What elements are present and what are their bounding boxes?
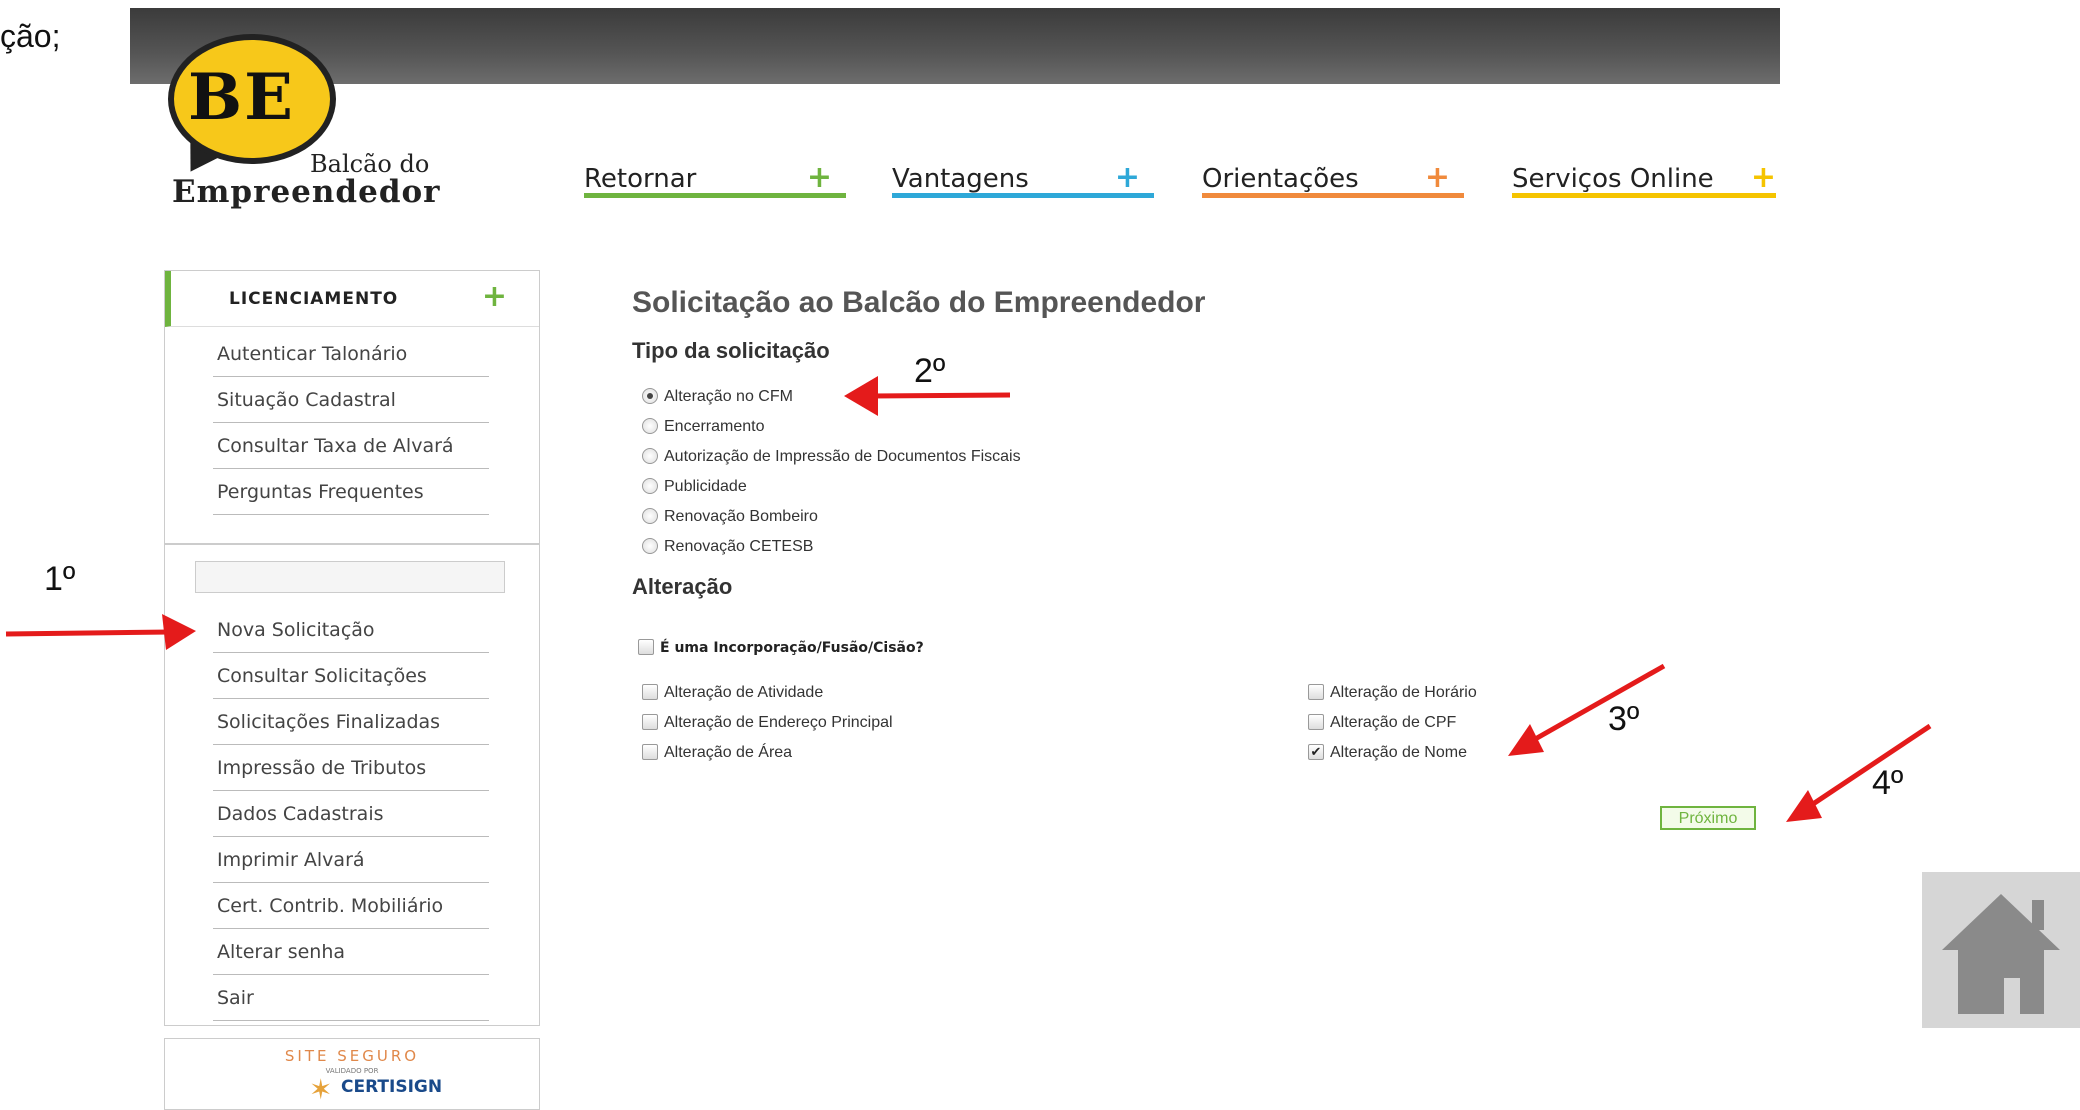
annotation-step4: 4º: [1872, 764, 1904, 802]
arrow-step2-head: [844, 376, 878, 416]
arrow-step3-head: [1508, 724, 1544, 756]
annotation-arrows: [5, 376, 1932, 822]
arrow-step2: [869, 392, 1011, 399]
home-icon: [1942, 894, 2060, 1014]
annotation-step2: 2º: [914, 352, 946, 390]
home-button[interactable]: [1922, 872, 2080, 1028]
arrow-step4: [1808, 723, 1932, 809]
arrow-step1-head: [162, 614, 196, 650]
arrow-step3: [1528, 663, 1666, 745]
arrow-step4-head: [1786, 790, 1822, 822]
annotation-step3: 3º: [1608, 700, 1640, 738]
annotation-step1: 1º: [44, 560, 76, 598]
arrow-step1: [5, 629, 171, 637]
